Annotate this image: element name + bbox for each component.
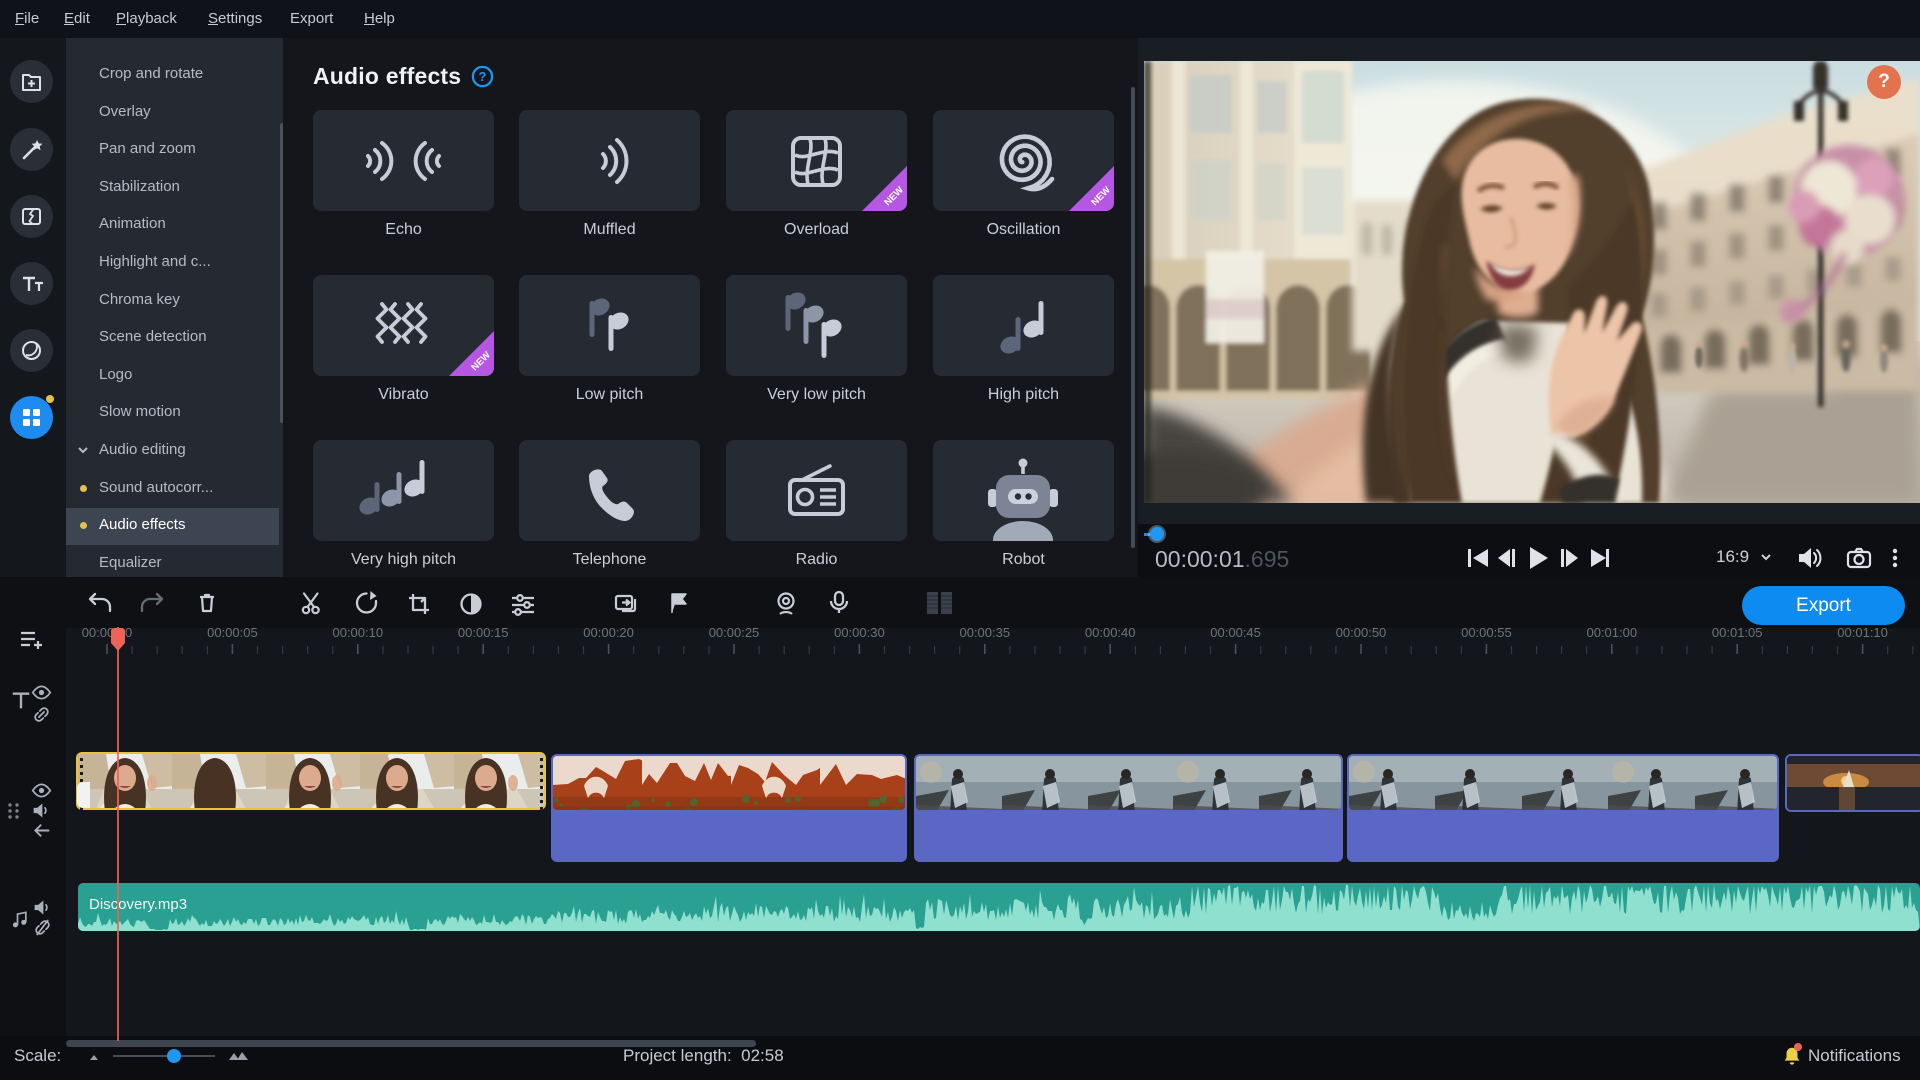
svg-text:00:01:05: 00:01:05 [1712, 625, 1763, 640]
svg-text:00:00:40: 00:00:40 [1085, 625, 1136, 640]
svg-text:00:00:50: 00:00:50 [1336, 625, 1387, 640]
svg-text:00:00:30: 00:00:30 [834, 625, 885, 640]
svg-text:00:01:10: 00:01:10 [1837, 625, 1888, 640]
svg-text:00:00:45: 00:00:45 [1210, 625, 1261, 640]
svg-text:?: ? [479, 69, 487, 84]
svg-text:00:00:25: 00:00:25 [709, 625, 760, 640]
svg-text:00:00:55: 00:00:55 [1461, 625, 1512, 640]
svg-text:00:01:00: 00:01:00 [1586, 625, 1637, 640]
svg-text:00:00:35: 00:00:35 [959, 625, 1010, 640]
